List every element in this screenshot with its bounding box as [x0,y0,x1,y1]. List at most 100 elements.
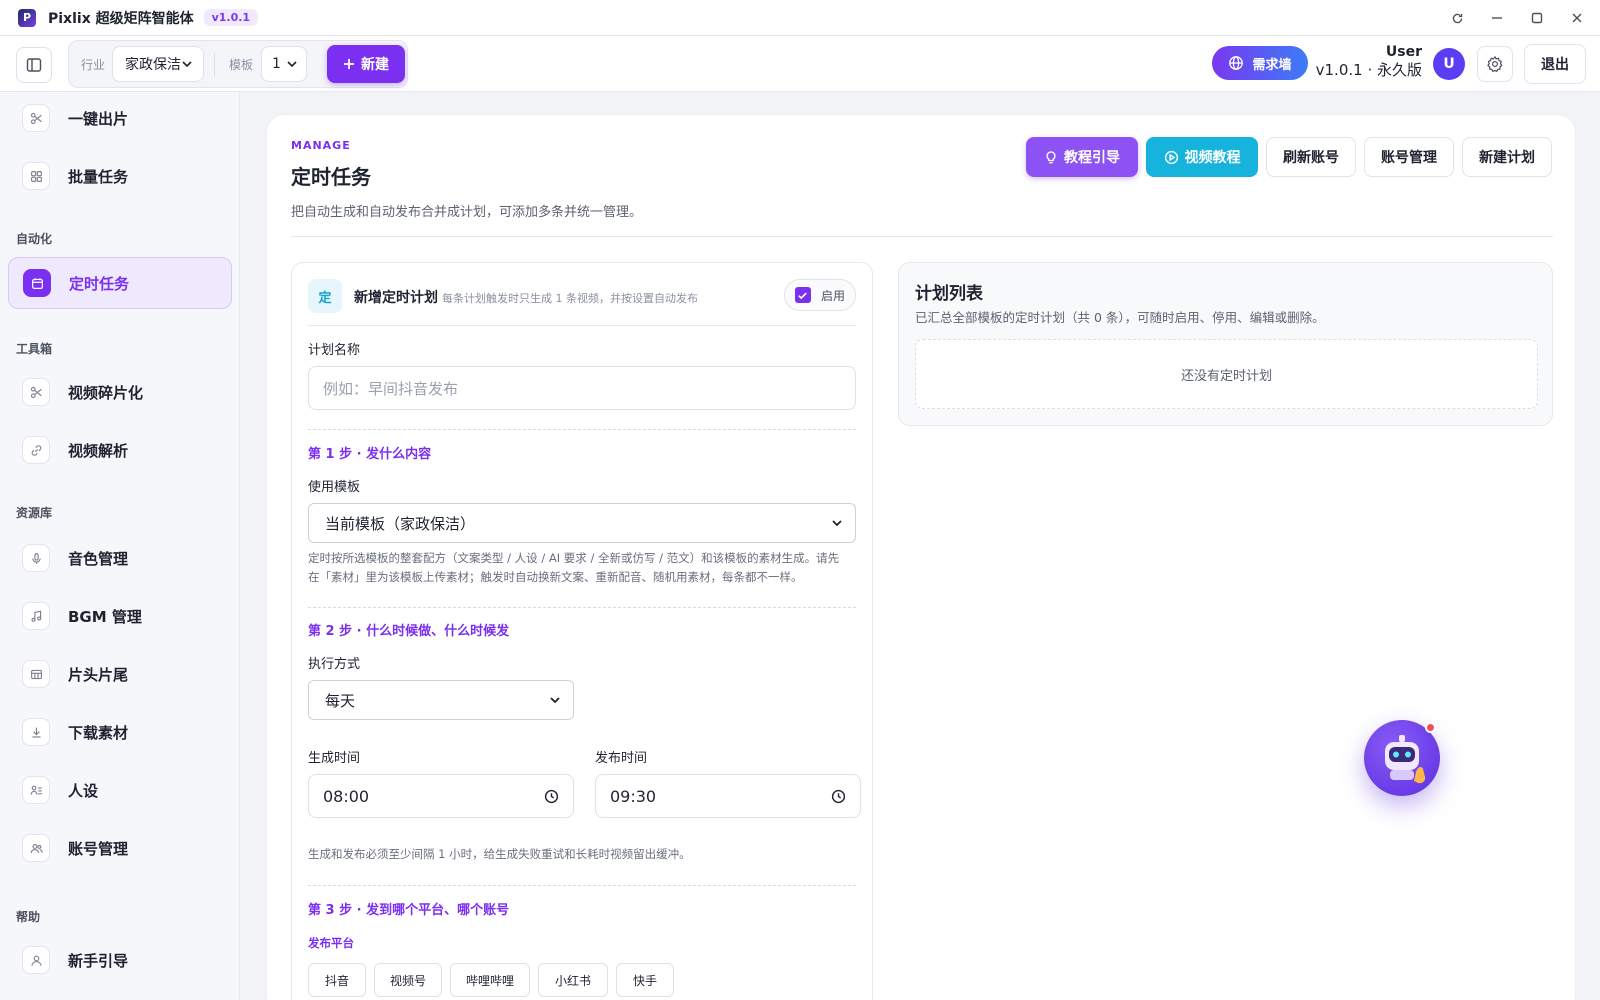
enable-checkbox[interactable] [794,287,811,303]
exec-mode-value: 每天 [325,691,356,710]
sidebar-item-intro-outro[interactable]: 片头片尾 [8,648,232,700]
sidebar-item-label: 音色管理 [68,549,129,568]
new-button[interactable]: 新建 [327,45,405,83]
platform-chip-douyin[interactable]: 抖音 [308,963,366,997]
plan-list-subtitle: 已汇总全部模板的定时计划（共 0 条），可随时启用、停用、编辑或删除。 [915,310,1325,325]
platform-row: 抖音 视频号 哔哩哔哩 小红书 快手 [292,963,874,997]
avatar[interactable]: U [1433,48,1465,80]
sidebar-item-batch[interactable]: 批量任务 [8,150,232,202]
sidebar-item-persona[interactable]: 人设 [8,764,232,816]
refresh-accounts-button[interactable]: 刷新账号 [1266,137,1356,177]
grid-icon [22,162,50,190]
chevron-down-icon [182,61,192,68]
reload-icon[interactable] [1448,9,1466,27]
video-tutorial-button[interactable]: 视频教程 [1146,137,1258,177]
demand-wall-button[interactable]: 需求墙 [1212,46,1308,80]
notification-dot [1425,722,1436,733]
download-icon [22,718,50,746]
sidebar-item-accounts[interactable]: 账号管理 [8,822,232,874]
sidebar-item-label: 视频解析 [68,441,129,460]
app-title: Pixlix 超级矩阵智能体 [48,10,194,27]
industry-select[interactable]: 家政保洁 [112,46,204,82]
clock-icon [831,789,846,803]
sidebar: 一键出片 批量任务 自动化 定时任务 工具箱 视频碎片化 视频解析 资源库 音色… [0,92,240,1000]
top-toolbar: 行业 家政保洁 模板 1 新建 需求墙 User v1.0.1 · 永久版 U … [0,36,1600,92]
user-info: User v1.0.1 · 永久版 [1316,44,1422,80]
form-title: 新增定时计划 [354,290,438,306]
settings-button[interactable] [1477,46,1513,82]
close-icon[interactable] [1568,9,1586,27]
link-icon [22,436,50,464]
sidebar-item-bgm[interactable]: BGM 管理 [8,590,232,642]
new-button-label: 新建 [361,57,389,73]
users-icon [22,834,50,862]
exec-mode-select[interactable]: 每天 [308,680,574,720]
sidebar-item-voice[interactable]: 音色管理 [8,532,232,584]
template-note-line1: 定时按所选模板的整套配方（文案类型 / 人设 / AI 要求 / 全新或仿写 /… [308,551,840,565]
template-note-line2: 在「素材」里为该模板上传素材；触发时自动换新文案、重新配音、随机用素材，每条都不… [308,570,803,584]
plan-name-input[interactable]: 例如：早间抖音发布 [308,366,856,410]
film-icon [22,660,50,688]
page-kicker: MANAGE [291,139,351,152]
user-name: User [1385,44,1422,60]
template-label: 模板 [229,58,254,72]
platform-chip-bilibili[interactable]: 哔哩哔哩 [450,963,530,997]
time-note: 生成和发布必须至少间隔 1 小时，给生成失败重试和长耗时视频留出缓冲。 [308,847,691,861]
sidebar-item-label: BGM 管理 [68,607,142,626]
user-plan: v1.0.1 · 永久版 [1315,61,1422,79]
template-select-field[interactable]: 当前模板（家政保洁） [308,503,856,543]
plan-list-title: 计划列表 [915,284,983,304]
sidebar-toggle-button[interactable] [16,47,52,83]
clock-icon [544,789,559,803]
sidebar-item-download[interactable]: 下载素材 [8,706,232,758]
platform-chip-channels[interactable]: 视频号 [374,963,442,997]
page-subtitle: 把自动生成和自动发布合并成计划，可添加多条并统一管理。 [291,205,643,220]
scissors-icon [22,104,50,132]
minimize-icon[interactable] [1488,9,1506,27]
guide-button[interactable]: 教程引导 [1026,137,1138,177]
platform-chip-xiaohongshu[interactable]: 小红书 [538,963,608,997]
plan-list-panel: 计划列表 已汇总全部模板的定时计划（共 0 条），可随时启用、停用、编辑或删除。… [898,262,1553,426]
step3-title: 第 3 步 · 发到哪个平台、哪个账号 [308,903,510,918]
plus-icon [344,59,354,69]
enable-label: 启用 [820,288,845,303]
platform-label: 发布平台 [308,936,354,950]
new-plan-button[interactable]: 新建计划 [1462,137,1552,177]
logout-button[interactable]: 退出 [1524,44,1586,84]
sidebar-item-onboarding[interactable]: 新手引导 [8,934,232,986]
section-resources: 资源库 [16,506,53,520]
sidebar-item-one-click[interactable]: 一键出片 [8,92,232,144]
account-management-button[interactable]: 账号管理 [1364,137,1454,177]
platform-chip-kuaishou[interactable]: 快手 [616,963,674,997]
sidebar-item-video-fragment[interactable]: 视频碎片化 [8,366,232,418]
window-controls [1448,0,1586,36]
maximize-icon[interactable] [1528,9,1546,27]
section-divider [308,885,856,886]
sidebar-item-label: 账号管理 [68,839,129,858]
video-tutorial-label: 视频教程 [1184,150,1241,166]
sidebar-item-scheduled-tasks[interactable]: 定时任务 [8,257,232,309]
gen-time-input[interactable]: 08:00 [308,774,574,818]
template-select[interactable]: 1 [261,46,307,82]
step1-title: 第 1 步 · 发什么内容 [308,447,432,462]
plan-name-label: 计划名称 [308,343,361,358]
form-badge: 定 [308,279,342,313]
sidebar-item-label: 下载素材 [68,723,129,742]
time-row: 08:00 09:30 [292,774,874,818]
chevron-down-icon [287,61,297,68]
gear-icon [1487,55,1503,73]
mic-icon [22,544,50,572]
section-help: 帮助 [16,910,41,924]
persona-icon [22,776,50,804]
sidebar-item-video-parse[interactable]: 视频解析 [8,424,232,476]
calendar-icon [23,269,51,297]
pub-time-value: 09:30 [610,786,657,806]
new-schedule-form: 定 新增定时计划 每条计划触发时只生成 1 条视频，并按设置自动发布 启用 计划… [291,262,873,1000]
main-card: MANAGE 定时任务 把自动生成和自动发布合并成计划，可添加多条并统一管理。 … [266,114,1576,1000]
enable-toggle[interactable]: 启用 [784,279,856,311]
template-note: 定时按所选模板的整套配方（文案类型 / 人设 / AI 要求 / 全新或仿写 /… [308,549,839,587]
pub-time-input[interactable]: 09:30 [595,774,861,818]
sidebar-item-label: 视频碎片化 [68,383,144,402]
industry-value: 家政保洁 [125,57,181,73]
page-title: 定时任务 [291,165,371,189]
